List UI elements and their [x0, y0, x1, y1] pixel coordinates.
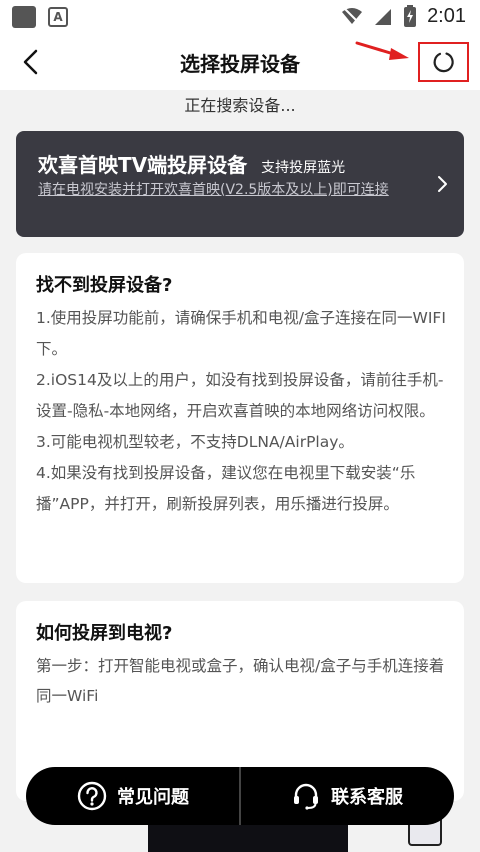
how-to-step: 第一步：打开智能电视或盒子，确认电视/盒子与手机连接着同一WiFi: [36, 657, 445, 705]
help-item: 4.如果没有找到投屏设备，建议您在电视里下载安装“乐播”APP，并打开，刷新投屏…: [36, 464, 416, 513]
status-bar-right: 2:01: [341, 4, 466, 28]
notification-app-icon: [12, 6, 36, 28]
searching-status: 正在搜索设备...: [184, 96, 296, 115]
help-item: 1.使用投屏功能前，请确保手机和电视/盒子连接在同一WIFI下。: [36, 309, 446, 358]
tv-device-card[interactable]: 欢喜首映TV端投屏设备 支持投屏蓝光 请在电视安装并打开欢喜首映(V2.5版本及…: [16, 131, 464, 237]
signal-icon: [375, 9, 392, 25]
help-item: 2.iOS14及以上的用户，如没有找到投屏设备，请前往手机-设置-隐私-本地网络…: [36, 371, 444, 420]
headset-icon: [294, 783, 318, 810]
help-list: 1.使用投屏功能前，请确保手机和电视/盒子连接在同一WIFI下。 2.iOS14…: [36, 303, 446, 520]
notification-a-icon: A: [48, 7, 68, 27]
battery-charging-icon: [404, 5, 417, 27]
bottom-action-bar: 常见问题 联系客服: [26, 767, 454, 825]
question-circle-icon: [77, 781, 107, 811]
status-bar: A 2:01: [0, 0, 480, 34]
tv-card-subtitle-link[interactable]: 请在电视安装并打开欢喜首映(V2.5版本及以上)即可连接: [38, 179, 433, 201]
faq-button[interactable]: 常见问题: [26, 767, 240, 825]
tv-card-title-row: 欢喜首映TV端投屏设备 支持投屏蓝光: [38, 149, 345, 178]
contact-support-button[interactable]: 联系客服: [240, 767, 454, 825]
refresh-icon: [433, 52, 454, 73]
status-bar-left: A: [12, 6, 68, 28]
chevron-right-icon: [438, 176, 447, 192]
refresh-button[interactable]: [418, 42, 469, 82]
tv-card-tag: 支持投屏蓝光: [261, 160, 346, 176]
tv-card-title: 欢喜首映TV端投屏设备: [38, 153, 248, 177]
wifi-icon: [342, 7, 363, 25]
how-to-title: 如何投屏到电视?: [36, 623, 173, 644]
annotation-arrow-icon: [355, 41, 409, 60]
header: 选择投屏设备: [0, 34, 480, 90]
help-card-title: 找不到投屏设备?: [36, 275, 173, 296]
status-time: 2:01: [427, 4, 466, 27]
help-card: 找不到投屏设备? 1.使用投屏功能前，请确保手机和电视/盒子连接在同一WIFI下…: [16, 253, 464, 583]
faq-label: 常见问题: [117, 787, 189, 808]
help-item: 3.可能电视机型较老，不支持DLNA/AirPlay。: [36, 433, 354, 451]
contact-support-label: 联系客服: [331, 787, 403, 808]
